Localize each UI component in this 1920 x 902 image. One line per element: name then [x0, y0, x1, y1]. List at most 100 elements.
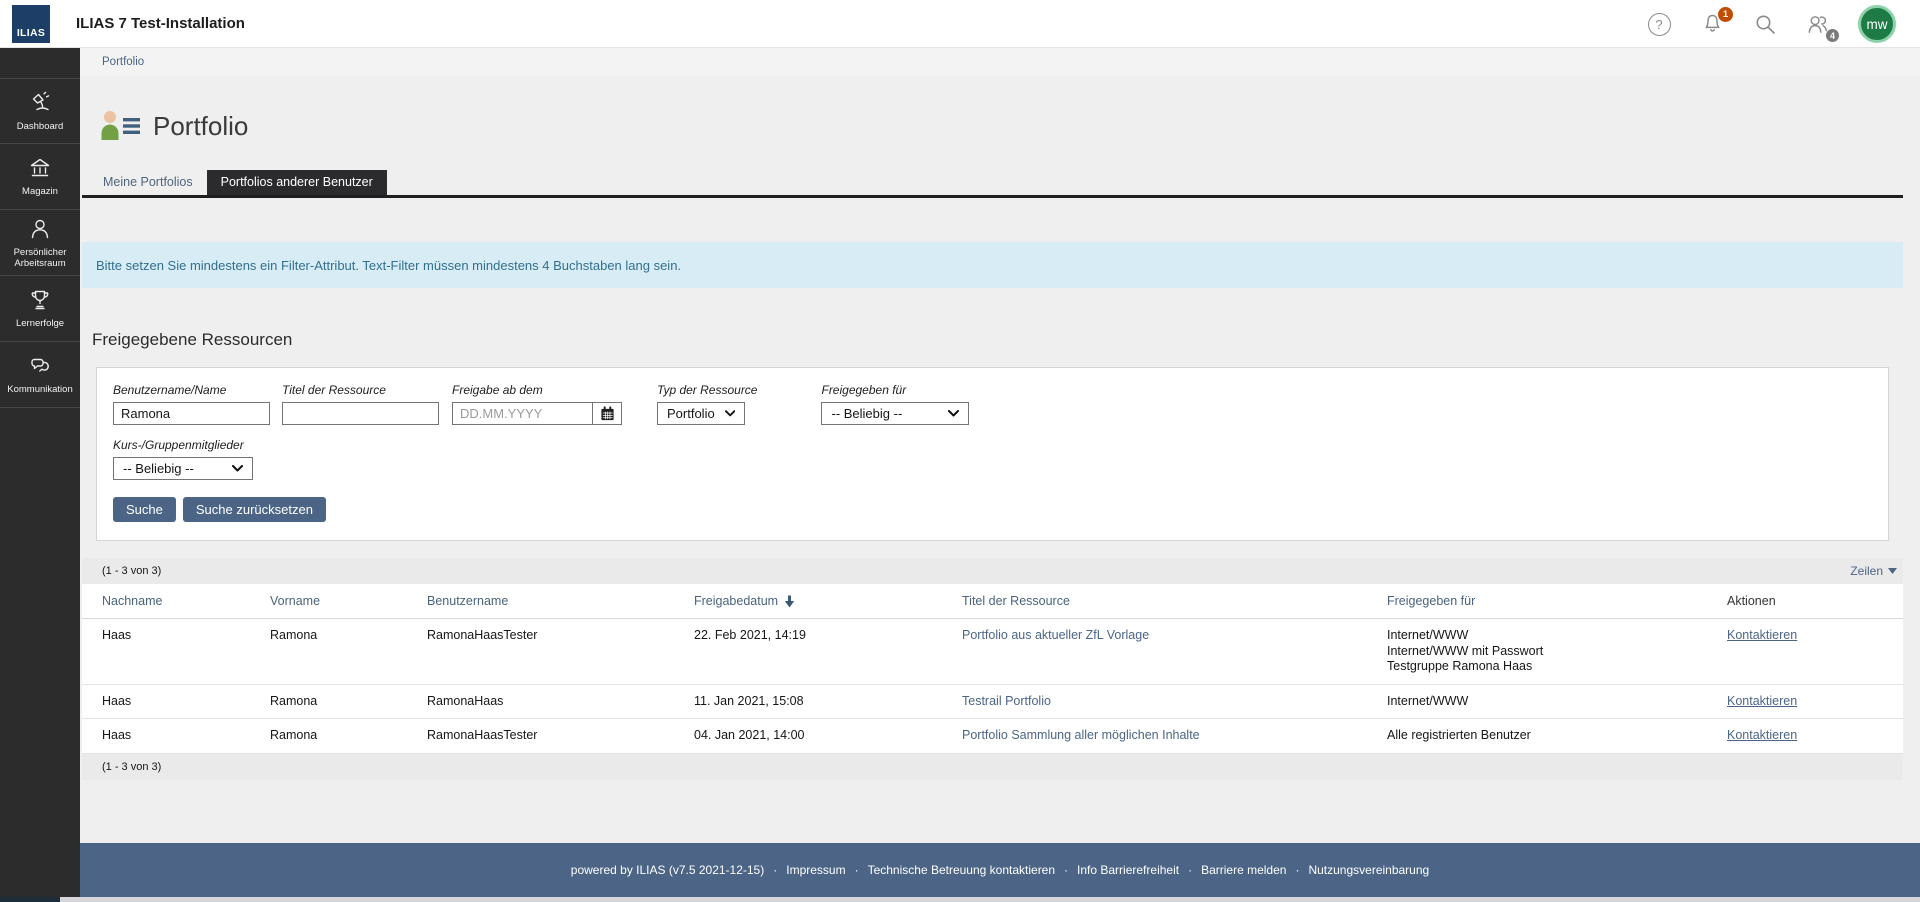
kontaktieren-link[interactable]: Kontaktieren — [1727, 628, 1797, 642]
mitglieder-select[interactable]: -- Beliebig -- — [113, 457, 253, 480]
share-target: Internet/WWW mit Passwort — [1387, 644, 1711, 660]
freigabe-label: Freigabe ab dem — [452, 383, 622, 397]
horizontal-scrollbar[interactable] — [0, 897, 1920, 902]
footer-separator: · — [1188, 863, 1192, 877]
rows-dropdown-label: Zeilen — [1850, 564, 1883, 578]
cell-freigegeben-fuer: Internet/WWW Internet/WWW mit Passwort T… — [1379, 619, 1719, 685]
sidebar-item-kommunikation[interactable]: Kommunikation — [0, 342, 80, 408]
calendar-button[interactable] — [592, 403, 621, 424]
table-header-row: Nachname Vorname Benutzername Freigabeda… — [82, 584, 1903, 619]
horizontal-scrollbar-thumb[interactable] — [0, 897, 60, 902]
field-mitglieder: Kurs-/Gruppenmitglieder -- Beliebig -- — [113, 438, 253, 480]
resources-table: Nachname Vorname Benutzername Freigabeda… — [82, 584, 1903, 754]
section-title: Freigegebene Ressourcen — [92, 330, 1903, 350]
info-message: Bitte setzen Sie mindestens ein Filter-A… — [82, 242, 1903, 288]
sidebar-item-label: Kommunikation — [5, 384, 74, 396]
powered-by-link[interactable]: powered by ILIAS (v7.5 2021-12-15) — [571, 863, 764, 877]
sidebar-item-label: Magazin — [20, 186, 60, 198]
share-target: Testgruppe Ramona Haas — [1387, 659, 1711, 675]
titel-input[interactable] — [282, 402, 439, 425]
table-row: Haas Ramona RamonaHaasTester 04. Jan 202… — [82, 719, 1903, 754]
sidebar-item-lernerfolge[interactable]: Lernerfolge — [0, 276, 80, 342]
main-sidebar: Dashboard Magazin Persönlicher Arbeitsra… — [0, 48, 80, 897]
breadcrumb: Portfolio — [80, 48, 1920, 76]
cell-nachname: Haas — [82, 719, 262, 754]
help-button[interactable]: ? — [1646, 11, 1672, 37]
footer-link-technische-betreuung[interactable]: Technische Betreuung kontaktieren — [868, 863, 1055, 877]
freigabe-date-input[interactable] — [453, 403, 592, 424]
sidebar-item-magazin[interactable]: Magazin — [0, 144, 80, 210]
kontaktieren-link[interactable]: Kontaktieren — [1727, 694, 1797, 708]
installation-title: ILIAS 7 Test-Installation — [76, 15, 245, 32]
contacts-button[interactable]: 4 — [1805, 11, 1831, 37]
footer-link-impressum[interactable]: Impressum — [786, 863, 845, 877]
reset-search-button[interactable]: Suche zurücksetzen — [183, 497, 326, 522]
resource-title-link[interactable]: Portfolio Sammlung aller möglichen Inhal… — [962, 728, 1200, 742]
page-title-row: Portfolio — [100, 109, 1903, 143]
notifications-button[interactable]: 1 — [1699, 11, 1725, 37]
ilias-logo[interactable]: ILIAS — [12, 5, 50, 43]
search-button[interactable] — [1752, 11, 1778, 37]
cell-nachname: Haas — [82, 619, 262, 685]
communication-icon — [27, 353, 53, 379]
column-benutzername[interactable]: Benutzername — [419, 584, 686, 619]
repository-icon — [27, 155, 53, 181]
cell-vorname: Ramona — [262, 619, 419, 685]
field-freigabe-datum: Freigabe ab dem — [452, 383, 622, 425]
tab-portfolios-anderer-benutzer[interactable]: Portfolios anderer Benutzer — [207, 170, 387, 195]
column-freigabedatum[interactable]: Freigabedatum — [686, 584, 954, 619]
search-button[interactable]: Suche — [113, 497, 176, 522]
help-icon: ? — [1648, 13, 1671, 36]
chevron-down-icon — [1888, 568, 1897, 574]
pager-count-top: (1 - 3 von 3) — [102, 565, 161, 577]
kontaktieren-link[interactable]: Kontaktieren — [1727, 728, 1797, 742]
cell-nachname: Haas — [82, 684, 262, 719]
table-pager-top: (1 - 3 von 3) Zeilen — [82, 558, 1903, 584]
cell-freigegeben-fuer: Alle registrierten Benutzer — [1379, 719, 1719, 754]
tab-meine-portfolios[interactable]: Meine Portfolios — [89, 170, 207, 195]
dashboard-icon — [27, 90, 53, 116]
field-benutzername: Benutzername/Name — [113, 383, 270, 425]
footer-link-barrierefreiheit[interactable]: Info Barrierefreiheit — [1077, 863, 1179, 877]
pager-count-bottom: (1 - 3 von 3) — [102, 761, 161, 773]
breadcrumb-item-portfolio[interactable]: Portfolio — [102, 56, 144, 68]
typ-select[interactable]: Portfolio — [657, 402, 745, 425]
cell-freigabedatum: 04. Jan 2021, 14:00 — [686, 719, 954, 754]
field-titel: Titel der Ressource — [282, 383, 439, 425]
freigegeben-fuer-select[interactable]: -- Beliebig -- — [821, 402, 969, 425]
column-aktionen: Aktionen — [1719, 584, 1903, 619]
page-title: Portfolio — [153, 111, 248, 142]
top-header: ILIAS ILIAS 7 Test-Installation ? 1 — [0, 0, 1920, 48]
sidebar-item-dashboard[interactable]: Dashboard — [0, 78, 80, 144]
cell-vorname: Ramona — [262, 684, 419, 719]
user-avatar[interactable]: mw — [1858, 5, 1896, 43]
cell-freigabedatum: 11. Jan 2021, 15:08 — [686, 684, 954, 719]
column-nachname[interactable]: Nachname — [82, 584, 262, 619]
column-titel[interactable]: Titel der Ressource — [954, 584, 1379, 619]
sidebar-item-label: Dashboard — [15, 121, 65, 133]
workspace-icon — [27, 216, 53, 242]
rows-dropdown[interactable]: Zeilen — [1850, 564, 1897, 578]
resource-title-link[interactable]: Portfolio aus aktueller ZfL Vorlage — [962, 628, 1149, 642]
resource-title-link[interactable]: Testrail Portfolio — [962, 694, 1051, 708]
calendar-icon — [600, 406, 615, 421]
footer-link-nutzungsvereinbarung[interactable]: Nutzungsvereinbarung — [1308, 863, 1429, 877]
freigegeben-fuer-select-value: -- Beliebig -- — [831, 406, 902, 421]
main-content: Portfolio Meine Portfolios Portfolios an… — [80, 76, 1920, 843]
sidebar-item-label: Lernerfolge — [14, 318, 66, 330]
info-message-text: Bitte setzen Sie mindestens ein Filter-A… — [96, 258, 681, 273]
table-row: Haas Ramona RamonaHaas 11. Jan 2021, 15:… — [82, 684, 1903, 719]
sidebar-item-arbeitsraum[interactable]: Persönlicher Arbeitsraum — [0, 210, 80, 276]
share-target: Alle registrierten Benutzer — [1387, 728, 1711, 744]
cell-freigegeben-fuer: Internet/WWW — [1379, 684, 1719, 719]
column-vorname[interactable]: Vorname — [262, 584, 419, 619]
benutzername-label: Benutzername/Name — [113, 383, 270, 397]
sort-desc-icon — [784, 595, 795, 608]
benutzername-input[interactable] — [113, 402, 270, 425]
achievements-icon — [27, 287, 53, 313]
titel-label: Titel der Ressource — [282, 383, 439, 397]
footer-link-barriere-melden[interactable]: Barriere melden — [1201, 863, 1286, 877]
cell-vorname: Ramona — [262, 719, 419, 754]
column-freigabedatum-label: Freigabedatum — [694, 594, 778, 608]
column-freigegeben-fuer[interactable]: Freigegeben für — [1379, 584, 1719, 619]
